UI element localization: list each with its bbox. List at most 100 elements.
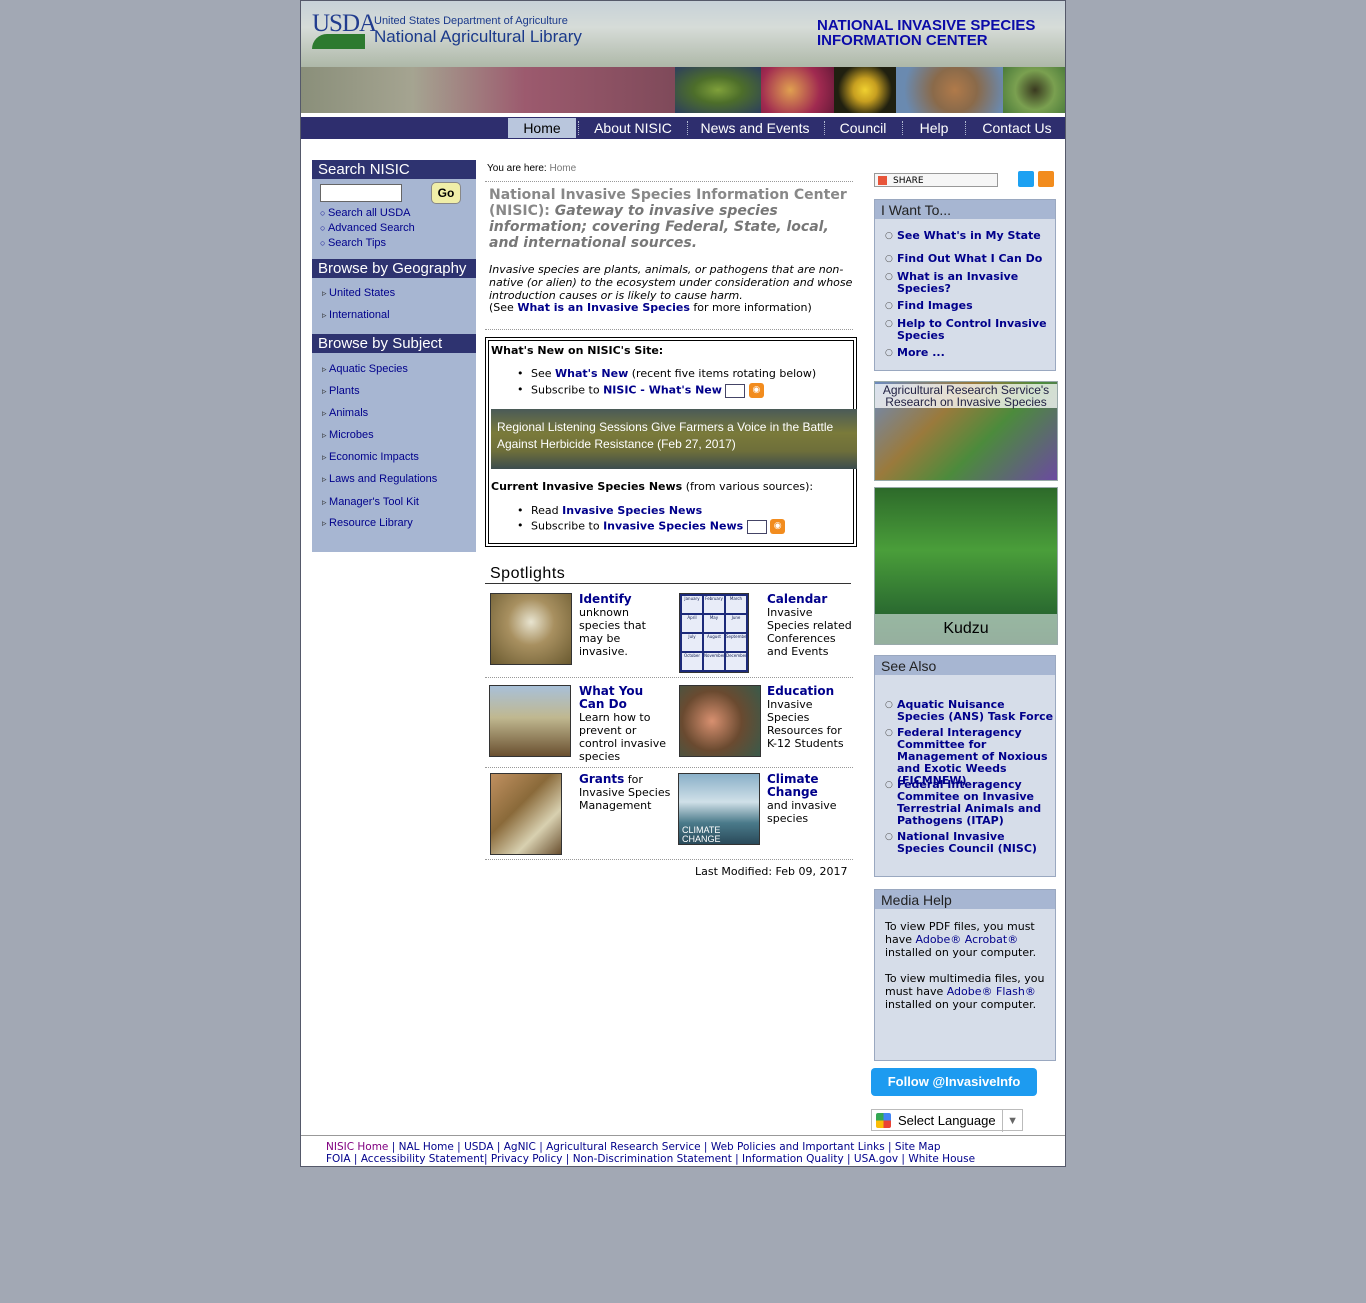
search-input[interactable] (320, 184, 402, 202)
geo-international[interactable]: International (322, 309, 390, 321)
follow-twitter-button[interactable]: Follow @InvasiveInfo (871, 1068, 1037, 1096)
kudzu-label: Kudzu (875, 614, 1057, 644)
climate-change-image[interactable]: CLIMATE CHANGE (678, 773, 760, 845)
what-is-invasive-link[interactable]: What is an Invasive Species (517, 301, 690, 314)
search-tips-link[interactable]: Search Tips (320, 237, 386, 249)
subject-resource-library[interactable]: Resource Library (322, 517, 413, 529)
ars-research-banner[interactable]: Agricultural Research Service's Research… (874, 381, 1058, 481)
calendar-image[interactable]: January February March April May June Ju… (679, 593, 749, 673)
subject-aquatic[interactable]: Aquatic Species (322, 363, 408, 375)
footer-link[interactable]: USDA (464, 1141, 493, 1153)
site-title[interactable]: NATIONAL INVASIVE SPECIES INFORMATION CE… (817, 18, 1057, 48)
rotating-news-text[interactable]: Regional Listening Sessions Give Farmers… (497, 419, 849, 453)
subject-economic[interactable]: Economic Impacts (322, 451, 419, 463)
rss-icon[interactable]: ◉ (748, 383, 764, 398)
footer-link[interactable]: Web Policies and Important Links (711, 1141, 885, 1153)
footer-link[interactable]: USA.gov (854, 1153, 898, 1165)
iwant-help-control[interactable]: Help to Control Invasive Species (885, 318, 1055, 342)
iwant-what-i-can-do[interactable]: Find Out What I Can Do (885, 253, 1055, 266)
nav-about[interactable]: About NISIC (581, 118, 685, 138)
subject-toolkit[interactable]: Manager's Tool Kit (322, 496, 419, 508)
seealso-itap[interactable]: Federal Interagency Commitee on Invasive… (885, 779, 1055, 827)
climate-change-link[interactable]: Climate Change (767, 772, 819, 799)
footer-link[interactable]: Accessibility Statement (361, 1153, 484, 1165)
subject-microbes[interactable]: Microbes (322, 429, 374, 441)
thistle-photo (834, 67, 896, 113)
i-want-to-heading: I Want To... (875, 200, 1055, 219)
grants-image[interactable] (490, 773, 562, 855)
grants-link[interactable]: Grants (579, 772, 624, 786)
footer-link[interactable]: White House (908, 1153, 975, 1165)
email-icon[interactable] (725, 383, 746, 398)
footer-link[interactable]: NISIC Home (326, 1141, 388, 1153)
calendar-month: September (726, 634, 746, 651)
subject-laws[interactable]: Laws and Regulations (322, 473, 437, 485)
nav-divider (965, 121, 966, 135)
divider (485, 767, 853, 768)
department-name[interactable]: United States Department of Agriculture (374, 15, 568, 27)
identify-link[interactable]: Identify (579, 592, 632, 606)
subject-plants[interactable]: Plants (322, 385, 360, 397)
identify-image[interactable] (490, 593, 572, 665)
kudzu-feature[interactable]: Kudzu (874, 487, 1058, 645)
what-you-can-do-link[interactable]: What You Can Do (579, 684, 643, 711)
subject-animals[interactable]: Animals (322, 407, 368, 419)
page-frame: USDA United States Department of Agricul… (300, 0, 1066, 1167)
spotlight-calendar: Calendar Invasive Species related Confere… (767, 592, 852, 659)
google-translate-icon (876, 1113, 891, 1128)
iwant-find-images[interactable]: Find Images (885, 300, 1055, 313)
whats-new-link[interactable]: What's New (555, 367, 628, 380)
nav-contact[interactable]: Contact Us (973, 118, 1061, 138)
nisic-whats-new-link[interactable]: NISIC - What's New (603, 384, 722, 397)
acrobat-link[interactable]: Adobe® Acrobat® (916, 933, 1019, 946)
breadcrumb-home[interactable]: Home (549, 163, 576, 174)
footer: NISIC Home | NAL Home | USDA | AgNIC | A… (301, 1135, 1065, 1166)
twitter-icon[interactable] (1018, 171, 1034, 187)
nav-council[interactable]: Council (829, 118, 897, 138)
rss-icon[interactable]: ◉ (770, 519, 786, 534)
footer-link[interactable]: Site Map (895, 1141, 941, 1153)
footer-link[interactable]: Privacy Policy (491, 1153, 563, 1165)
footer-link[interactable]: AgNIC (504, 1141, 536, 1153)
education-link[interactable]: Education (767, 684, 834, 698)
seealso-ans[interactable]: Aquatic Nuisance Species (ANS) Task Forc… (885, 699, 1055, 723)
seealso-nisc[interactable]: National Invasive Species Council (NISC) (885, 831, 1055, 855)
usda-logo[interactable]: USDA (312, 10, 377, 38)
iwant-my-state[interactable]: See What's in My State (885, 230, 1055, 243)
rss-icon[interactable] (1038, 171, 1054, 187)
what-you-can-do-image[interactable] (489, 685, 571, 757)
iwant-more[interactable]: More ... (885, 347, 1055, 360)
calendar-link[interactable]: Calendar (767, 592, 827, 606)
flash-link[interactable]: Adobe® Flash® (947, 985, 1036, 998)
search-all-usda-link[interactable]: Search all USDA (320, 207, 411, 219)
calendar-month: November (704, 653, 724, 670)
calendar-month: June (726, 615, 746, 632)
iwant-what-is-invasive[interactable]: What is an Invasive Species? (885, 271, 1055, 295)
header-photo-strip (301, 67, 1065, 113)
footer-link[interactable]: FOIA (326, 1153, 351, 1165)
divider (485, 583, 851, 584)
share-button[interactable]: SHARE (874, 173, 998, 187)
advanced-search-link[interactable]: Advanced Search (320, 222, 415, 234)
go-button[interactable]: Go (431, 182, 461, 204)
nav-home[interactable]: Home (508, 118, 576, 138)
nav-news-events[interactable]: News and Events (693, 118, 817, 138)
footer-link[interactable]: Non-Discrimination Statement (573, 1153, 732, 1165)
geo-united-states[interactable]: United States (322, 287, 395, 299)
media-help-box: Media Help To view PDF files, you must h… (874, 889, 1056, 1061)
divider (485, 677, 853, 678)
footer-link[interactable]: NAL Home (399, 1141, 454, 1153)
library-name[interactable]: National Agricultural Library (374, 27, 582, 47)
footer-link[interactable]: Information Quality (742, 1153, 844, 1165)
subject-heading: Browse by Subject (312, 334, 476, 353)
invasive-news-link[interactable]: Invasive Species News (562, 504, 702, 517)
language-select[interactable]: Select Language ▼ (871, 1109, 1023, 1132)
nav-divider (578, 121, 579, 135)
email-icon[interactable] (746, 519, 767, 534)
see-also-heading: See Also (875, 656, 1055, 675)
education-image[interactable] (679, 685, 761, 757)
rotating-news-banner[interactable]: Regional Listening Sessions Give Farmers… (491, 409, 857, 469)
nav-help[interactable]: Help (909, 118, 959, 138)
footer-link[interactable]: Agricultural Research Service (546, 1141, 701, 1153)
invasive-news-subscribe-link[interactable]: Invasive Species News (603, 520, 743, 533)
